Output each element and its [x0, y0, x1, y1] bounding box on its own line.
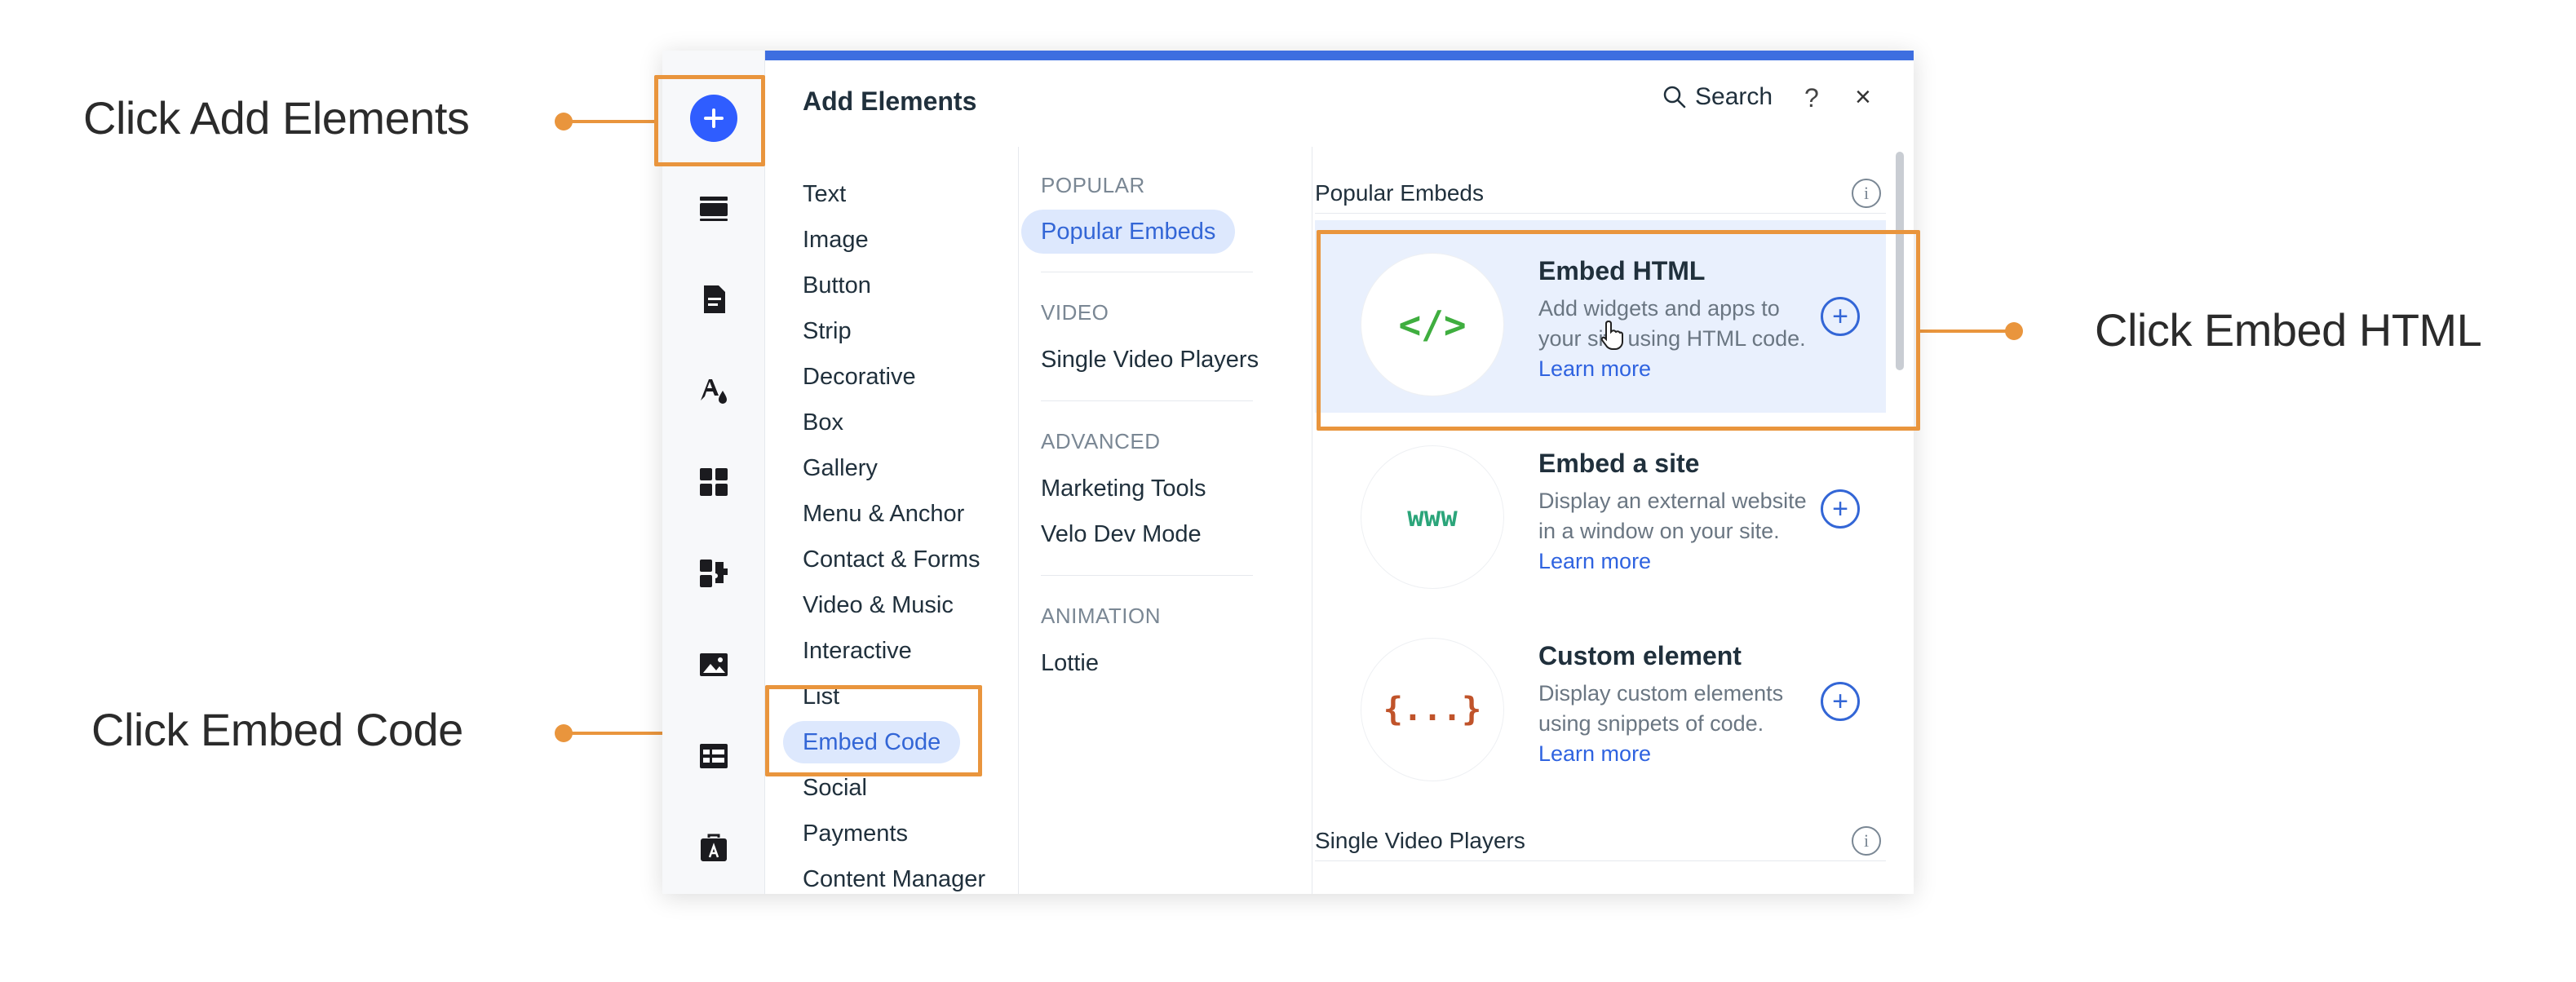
rail-business-button[interactable]	[693, 827, 734, 868]
add-elements-button[interactable]	[690, 95, 737, 142]
search-button[interactable]: Search	[1662, 83, 1773, 111]
annotation-embed-code: Click Embed Code	[91, 704, 463, 755]
panel-top-accent-bar	[765, 51, 1914, 60]
section-title: Popular Embeds	[1315, 179, 1485, 206]
category-list: Text Image Button Strip Decorative Box G…	[783, 171, 1015, 894]
card-description: Add widgets and apps to your site using …	[1538, 294, 1808, 384]
rail-media-button[interactable]	[693, 644, 734, 685]
column-divider-1	[1018, 147, 1019, 894]
add-embed-site-button[interactable]: +	[1821, 489, 1860, 529]
subcategory-list: POPULAR Popular Embeds VIDEO Single Vide…	[1021, 173, 1266, 686]
rail-apps-button[interactable]	[693, 462, 734, 502]
rail-cms-button[interactable]	[693, 736, 734, 776]
help-button[interactable]: ?	[1804, 83, 1819, 113]
elements-content: Popular Embeds i </> Embed HTML Add widg…	[1315, 173, 1886, 861]
embed-html-card[interactable]: </> Embed HTML Add widgets and apps to y…	[1315, 220, 1886, 413]
braces-icon: {...}	[1361, 638, 1504, 781]
category-gallery[interactable]: Gallery	[803, 445, 1015, 491]
rail-plugins-button[interactable]	[693, 553, 734, 594]
card-title: Custom element	[1538, 641, 1742, 670]
media-icon	[700, 653, 728, 676]
category-video-music[interactable]: Video & Music	[803, 582, 1015, 628]
annotation-add-elements: Click Add Elements	[83, 92, 470, 144]
card-description-text: Add widgets and apps to your site using …	[1538, 296, 1806, 351]
annotation-embed-html: Click Embed HTML	[2095, 304, 2482, 356]
subcategory-section-advanced: ADVANCED	[1041, 429, 1161, 453]
category-contact-forms[interactable]: Contact & Forms	[803, 537, 1015, 582]
card-description: Display an external website in a window …	[1538, 486, 1808, 577]
annotation-line-embed-html	[1917, 330, 2015, 333]
category-menu-anchor[interactable]: Menu & Anchor	[803, 491, 1015, 537]
apps-icon	[700, 468, 728, 496]
embed-site-card[interactable]: www Embed a site Display an external web…	[1315, 413, 1886, 605]
add-icon	[704, 108, 724, 128]
page-icon	[704, 285, 725, 313]
rail-pages-button[interactable]	[693, 279, 734, 320]
category-embed-code[interactable]: Embed Code	[783, 721, 961, 763]
content-scrollbar[interactable]	[1896, 152, 1904, 370]
subcategory-section-animation: ANIMATION	[1041, 604, 1162, 628]
category-embed-code-row: Embed Code	[783, 719, 1015, 765]
subcategory-lottie[interactable]: Lottie	[1021, 640, 1266, 686]
card-description-text: Display an external website in a window …	[1538, 489, 1807, 543]
info-icon[interactable]: i	[1852, 178, 1881, 208]
hand-cursor-icon	[1600, 320, 1623, 350]
category-social[interactable]: Social	[803, 765, 1015, 811]
section-header-single-video-players: Single Video Players i	[1315, 821, 1886, 861]
section-title: Single Video Players	[1315, 827, 1525, 853]
section-header-popular-embeds: Popular Embeds i	[1315, 173, 1886, 214]
card-title: Embed HTML	[1538, 256, 1706, 285]
custom-element-card[interactable]: {...} Custom element Display custom elem…	[1315, 605, 1886, 798]
card-description-text: Display custom elements using snippets o…	[1538, 681, 1784, 736]
search-label: Search	[1695, 83, 1773, 110]
plugins-icon	[700, 560, 728, 587]
subcategory-velo-dev-mode[interactable]: Velo Dev Mode	[1021, 511, 1266, 557]
card-title: Embed a site	[1538, 449, 1700, 478]
theme-icon	[701, 379, 727, 404]
code-icon: </>	[1361, 253, 1504, 396]
panel-title: Add Elements	[803, 86, 977, 116]
subcategory-separator	[1041, 575, 1253, 576]
add-custom-element-button[interactable]: +	[1821, 682, 1860, 721]
strip-icon	[700, 197, 728, 221]
subcategory-section-popular: POPULAR	[1041, 173, 1145, 197]
category-strip[interactable]: Strip	[803, 308, 1015, 354]
add-embed-html-button[interactable]: +	[1821, 297, 1860, 336]
category-payments[interactable]: Payments	[803, 811, 1015, 856]
learn-more-link[interactable]: Learn more	[1538, 741, 1651, 766]
rail-theme-button[interactable]	[693, 370, 734, 411]
briefcase-icon	[701, 834, 727, 861]
subcategory-section-video: VIDEO	[1041, 300, 1109, 325]
category-list[interactable]: List	[803, 674, 1015, 719]
category-content-manager[interactable]: Content Manager	[803, 856, 1015, 894]
editor-left-rail	[662, 51, 765, 894]
close-button[interactable]: ×	[1855, 82, 1871, 113]
category-box[interactable]: Box	[803, 400, 1015, 445]
category-interactive[interactable]: Interactive	[803, 628, 1015, 674]
subcategory-separator	[1041, 400, 1253, 401]
annotation-line-add-elements	[563, 120, 654, 123]
category-text[interactable]: Text	[803, 171, 1015, 217]
card-description: Display custom elements using snippets o…	[1538, 679, 1808, 769]
learn-more-link[interactable]: Learn more	[1538, 549, 1651, 573]
subcategory-marketing-tools[interactable]: Marketing Tools	[1021, 466, 1266, 511]
category-button[interactable]: Button	[803, 263, 1015, 308]
table-icon	[700, 744, 728, 768]
category-image[interactable]: Image	[803, 217, 1015, 263]
annotation-dot-embed-html	[2005, 322, 2023, 340]
www-icon: www	[1361, 445, 1504, 589]
rail-strip-button[interactable]	[693, 188, 734, 228]
category-decorative[interactable]: Decorative	[803, 354, 1015, 400]
info-icon[interactable]: i	[1852, 825, 1881, 856]
subcategory-popular-embeds[interactable]: Popular Embeds	[1021, 210, 1236, 254]
learn-more-link[interactable]: Learn more	[1538, 356, 1651, 381]
subcategory-single-video-players[interactable]: Single Video Players	[1021, 337, 1266, 383]
search-icon	[1663, 86, 1686, 108]
add-elements-panel: Add Elements Search ? × Text Image Butto…	[662, 51, 1914, 894]
